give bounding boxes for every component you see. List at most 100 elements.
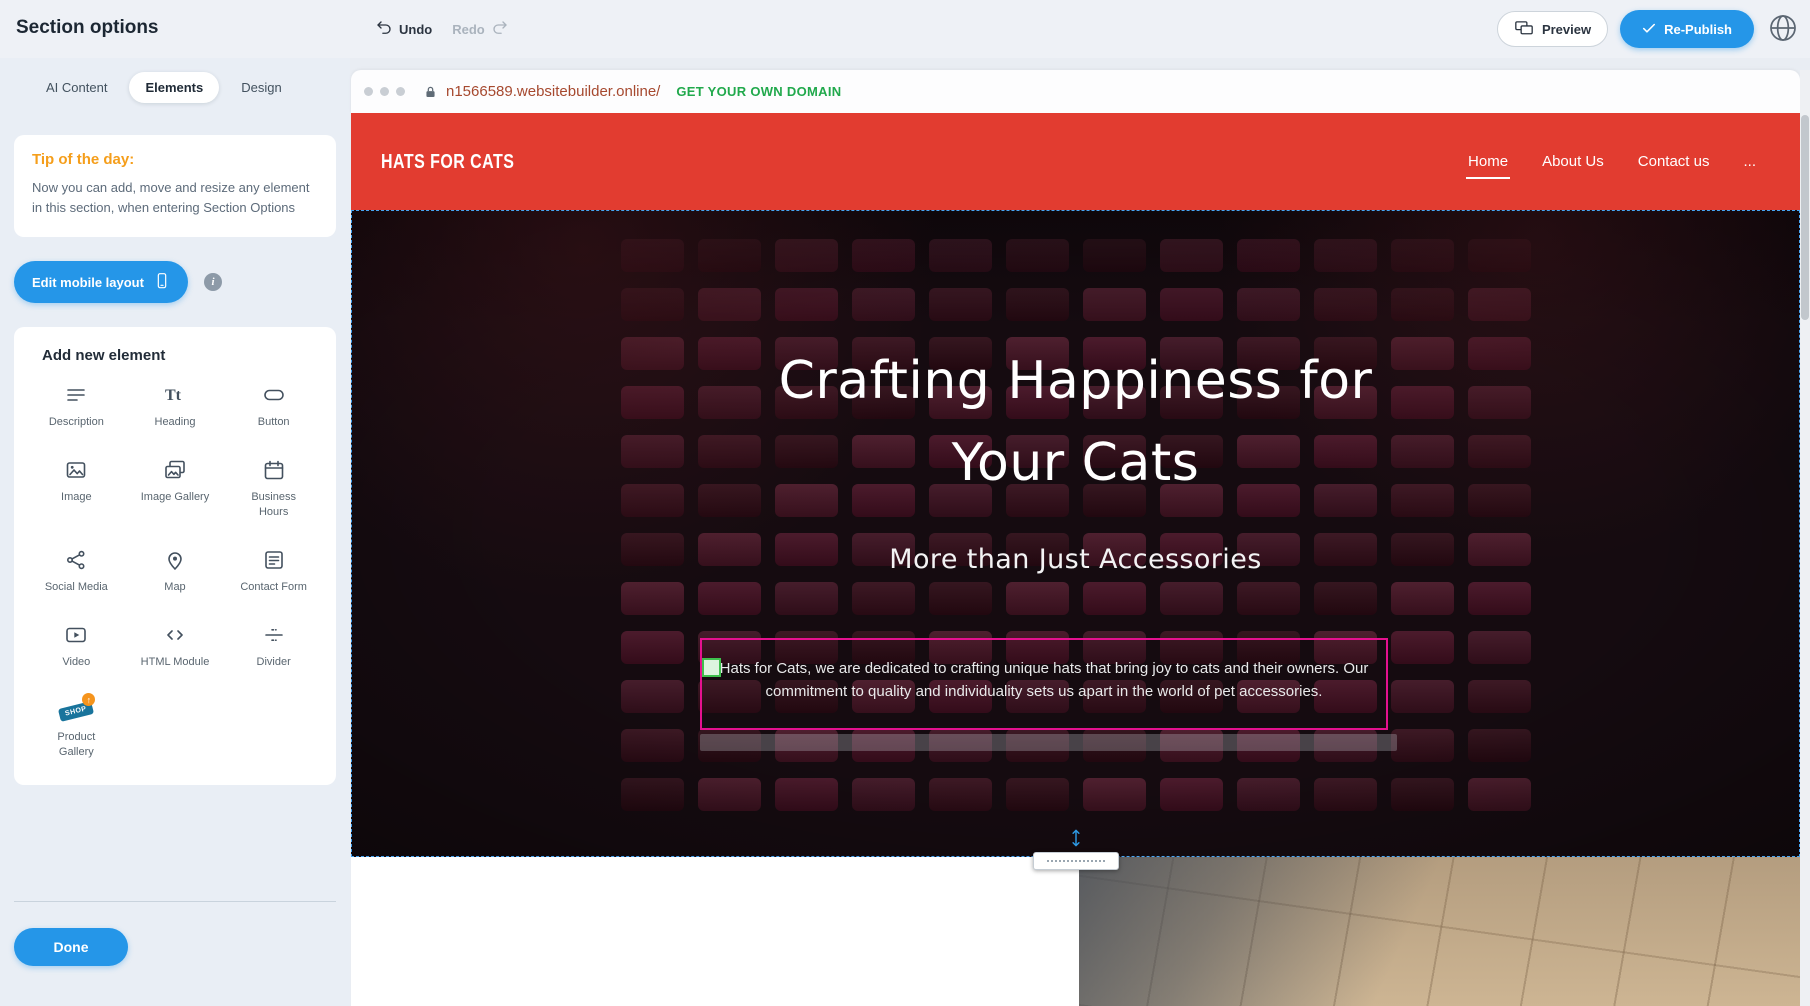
hero-tile bbox=[1237, 582, 1300, 615]
element-label: Divider bbox=[257, 655, 291, 669]
element-label: Map bbox=[164, 580, 185, 594]
hero-tile bbox=[1391, 680, 1454, 713]
add-element-divider[interactable]: Divider bbox=[225, 622, 322, 669]
element-label: Contact Form bbox=[240, 580, 307, 594]
hero-tile bbox=[1468, 582, 1531, 615]
info-icon[interactable]: i bbox=[204, 273, 222, 291]
sidebar-tabs: AI Content Elements Design bbox=[30, 72, 336, 103]
republish-label: Re-Publish bbox=[1664, 22, 1732, 37]
add-element-image-gallery[interactable]: Image Gallery bbox=[127, 457, 224, 519]
hero-tile bbox=[1237, 778, 1300, 811]
hero-tile bbox=[1237, 288, 1300, 321]
hero-tile bbox=[1237, 239, 1300, 272]
tab-ai-content[interactable]: AI Content bbox=[30, 72, 123, 103]
topbar: Section options Undo Redo Preview Re-P bbox=[0, 0, 1810, 58]
preview-button[interactable]: Preview bbox=[1497, 11, 1608, 47]
redo-button[interactable]: Redo bbox=[452, 19, 509, 40]
add-element-panel: Add new element Description Tt Heading B… bbox=[14, 327, 336, 785]
section-resize-handle[interactable] bbox=[1033, 829, 1119, 870]
hero-tile bbox=[1468, 680, 1531, 713]
paving-photo bbox=[1079, 857, 1800, 1006]
element-label: Image Gallery bbox=[141, 490, 209, 504]
add-element-description[interactable]: Description bbox=[28, 382, 125, 429]
hero-tile bbox=[1006, 582, 1069, 615]
element-label: Business Hours bbox=[238, 490, 310, 519]
divider-icon bbox=[262, 622, 286, 648]
tip-of-the-day-card: Tip of the day: Now you can add, move an… bbox=[14, 135, 336, 237]
hero-tile bbox=[1083, 288, 1146, 321]
shop-bubble-icon: ↑ bbox=[82, 693, 95, 706]
next-section bbox=[351, 857, 1800, 1006]
add-element-heading[interactable]: Tt Heading bbox=[127, 382, 224, 429]
nav-about-us[interactable]: About Us bbox=[1542, 153, 1604, 170]
tab-elements[interactable]: Elements bbox=[129, 72, 219, 103]
page-scrollbar[interactable] bbox=[1800, 70, 1810, 1006]
hero-tile bbox=[852, 239, 915, 272]
undo-redo-group: Undo Redo bbox=[375, 0, 509, 58]
edit-mobile-layout-button[interactable]: Edit mobile layout bbox=[14, 261, 188, 303]
get-domain-link[interactable]: GET YOUR OWN DOMAIN bbox=[676, 84, 841, 99]
add-element-business-hours[interactable]: Business Hours bbox=[225, 457, 322, 519]
hero-paragraph-selected[interactable]: Hats for Cats, we are dedicated to craft… bbox=[700, 638, 1388, 730]
add-element-html-module[interactable]: HTML Module bbox=[127, 622, 224, 669]
scrollbar-thumb[interactable] bbox=[1801, 115, 1809, 320]
element-drag-handle[interactable] bbox=[702, 658, 721, 677]
hero-tile bbox=[621, 631, 684, 664]
hero-tile bbox=[621, 582, 684, 615]
tip-title: Tip of the day: bbox=[32, 151, 318, 168]
sidebar-divider bbox=[14, 901, 336, 902]
site-header: HATS FOR CATS Home About Us Contact us .… bbox=[351, 113, 1800, 210]
hero-tile bbox=[1391, 239, 1454, 272]
add-element-title: Add new element bbox=[42, 347, 322, 364]
hero-tile bbox=[852, 778, 915, 811]
add-element-video[interactable]: Video bbox=[28, 622, 125, 669]
sidebar: AI Content Elements Design Tip of the da… bbox=[0, 58, 350, 1006]
undo-label: Undo bbox=[399, 22, 432, 37]
business-hours-icon bbox=[262, 457, 286, 483]
done-button[interactable]: Done bbox=[14, 928, 128, 966]
tab-design[interactable]: Design bbox=[225, 72, 297, 103]
heading-icon: Tt bbox=[163, 382, 187, 408]
product-gallery-icon: SHOP ↑ bbox=[59, 697, 93, 723]
nav-home[interactable]: Home bbox=[1468, 153, 1508, 170]
add-element-image[interactable]: Image bbox=[28, 457, 125, 519]
add-element-social-media[interactable]: Social Media bbox=[28, 547, 125, 594]
add-element-button[interactable]: Button bbox=[225, 382, 322, 429]
add-element-contact-form[interactable]: Contact Form bbox=[225, 547, 322, 594]
element-label: HTML Module bbox=[141, 655, 210, 669]
republish-button[interactable]: Re-Publish bbox=[1620, 10, 1754, 48]
site-logo[interactable]: HATS FOR CATS bbox=[381, 150, 514, 174]
tip-body: Now you can add, move and resize any ele… bbox=[32, 178, 318, 217]
hero-tile bbox=[1083, 778, 1146, 811]
description-icon bbox=[64, 382, 88, 408]
hero-tile bbox=[1006, 288, 1069, 321]
hero-heading[interactable]: Crafting Happiness for Your Cats bbox=[352, 340, 1799, 504]
hero-tile bbox=[929, 582, 992, 615]
hero-tile bbox=[698, 582, 761, 615]
hero-tile bbox=[1468, 239, 1531, 272]
nav-contact-us[interactable]: Contact us bbox=[1638, 153, 1710, 170]
hero-tile bbox=[621, 239, 684, 272]
undo-button[interactable]: Undo bbox=[375, 19, 432, 40]
site-nav: Home About Us Contact us ... bbox=[1468, 113, 1756, 210]
element-ghost-bar bbox=[700, 734, 1397, 751]
element-label: Social Media bbox=[45, 580, 108, 594]
hero-tile bbox=[929, 778, 992, 811]
social-media-icon bbox=[64, 547, 88, 573]
language-globe-button[interactable] bbox=[1766, 12, 1800, 46]
hero-subheading[interactable]: More than Just Accessories bbox=[352, 543, 1799, 577]
site-preview: HATS FOR CATS Home About Us Contact us .… bbox=[351, 113, 1800, 1006]
hero-tile bbox=[1160, 288, 1223, 321]
add-element-product-gallery[interactable]: SHOP ↑ Product Gallery bbox=[28, 697, 125, 759]
hero-tile bbox=[1468, 778, 1531, 811]
hero-tile bbox=[1391, 631, 1454, 664]
add-element-map[interactable]: Map bbox=[127, 547, 224, 594]
globe-icon bbox=[1767, 32, 1799, 47]
image-icon bbox=[64, 457, 88, 483]
map-icon bbox=[163, 547, 187, 573]
resize-pill[interactable] bbox=[1033, 852, 1119, 870]
hero-tile bbox=[1314, 288, 1377, 321]
hero-section[interactable]: Crafting Happiness for Your Cats More th… bbox=[351, 210, 1800, 857]
nav-more[interactable]: ... bbox=[1743, 153, 1756, 170]
hero-tile bbox=[775, 288, 838, 321]
